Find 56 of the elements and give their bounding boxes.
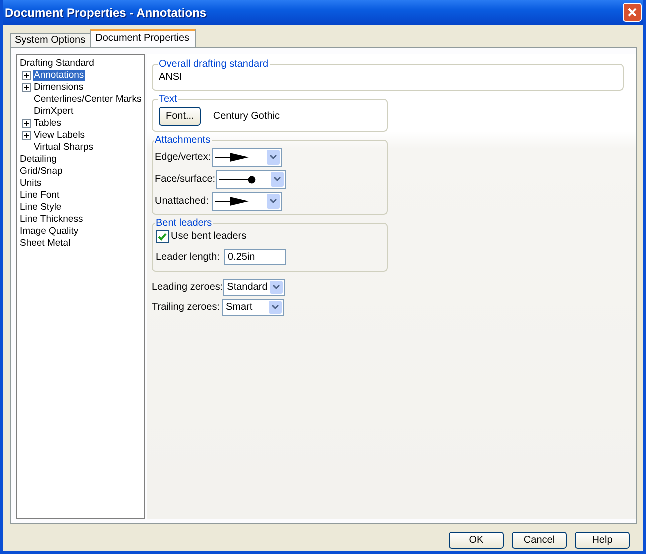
- dropdown[interactable]: Standard: [223, 279, 286, 296]
- caret-icon: [273, 285, 280, 290]
- field-label: Edge/vertex:: [155, 152, 212, 163]
- field-label: Leading zeroes:: [152, 282, 224, 293]
- tree-item[interactable]: Line Font: [19, 190, 61, 200]
- tree-item[interactable]: Line Style: [19, 202, 63, 212]
- group-title: Bent leaders: [155, 218, 214, 229]
- group-title: Overall drafting standard: [158, 59, 270, 70]
- tree-item[interactable]: Virtual Sharps: [33, 142, 94, 152]
- tree-item[interactable]: Line Thickness: [19, 214, 84, 224]
- check-icon: [158, 232, 167, 240]
- standard-value: ANSI: [159, 72, 184, 83]
- font-name: Century Gothic: [213, 111, 280, 122]
- close-icon: [628, 8, 637, 17]
- field-label: Face/surface:: [155, 174, 216, 185]
- field-label: Leader length:: [156, 252, 221, 262]
- tree-item[interactable]: Image Quality: [19, 226, 80, 236]
- checkbox-label: Use bent leaders: [171, 231, 247, 242]
- close-button[interactable]: [623, 3, 642, 22]
- expand-icon[interactable]: [22, 70, 30, 80]
- leader-dropdown[interactable]: [212, 148, 282, 167]
- leader-length-field[interactable]: 0.25in: [224, 249, 286, 265]
- dropdown[interactable]: Smart: [222, 299, 284, 316]
- tree-item[interactable]: Grid/Snap: [19, 166, 64, 176]
- tree-item[interactable]: Centerlines/Center Marks: [33, 94, 143, 104]
- caret-icon: [272, 305, 279, 310]
- tree-item[interactable]: Units: [19, 178, 43, 188]
- group-title: Attachments: [154, 135, 212, 146]
- dialog-button[interactable]: Help: [575, 532, 630, 549]
- tab[interactable]: Document Properties: [90, 29, 196, 47]
- group-title: Text: [158, 94, 178, 105]
- tree-item[interactable]: Drafting Standard: [19, 58, 96, 68]
- tree-item[interactable]: Dimensions: [33, 82, 85, 92]
- tree-item[interactable]: Sheet Metal: [19, 238, 72, 248]
- expand-icon[interactable]: [22, 82, 30, 92]
- caret-icon: [274, 177, 281, 182]
- window-title: Document Properties - Annotations: [5, 6, 207, 20]
- expand-icon[interactable]: [22, 118, 30, 128]
- dialog-button[interactable]: OK: [449, 532, 504, 549]
- field-label: Trailing zeroes:: [152, 302, 221, 313]
- checkbox[interactable]: [156, 230, 169, 243]
- tree-item[interactable]: Tables: [33, 118, 62, 128]
- leader-dropdown[interactable]: [216, 170, 286, 189]
- tree-item[interactable]: Annotations: [33, 70, 86, 80]
- dot-leader-icon: [218, 176, 257, 184]
- caret-icon: [270, 199, 277, 204]
- font-button[interactable]: Font...: [159, 107, 202, 126]
- tree-item[interactable]: Detailing: [19, 154, 58, 164]
- expand-icon[interactable]: [22, 130, 30, 140]
- dialog-button[interactable]: Cancel: [512, 532, 567, 549]
- tree-item[interactable]: View Labels: [33, 130, 86, 140]
- caret-icon: [270, 155, 277, 160]
- tab[interactable]: System Options: [10, 33, 91, 47]
- field-label: Unattached:: [155, 196, 210, 207]
- leader-dropdown[interactable]: [212, 192, 282, 211]
- tree-item[interactable]: DimXpert: [33, 106, 75, 116]
